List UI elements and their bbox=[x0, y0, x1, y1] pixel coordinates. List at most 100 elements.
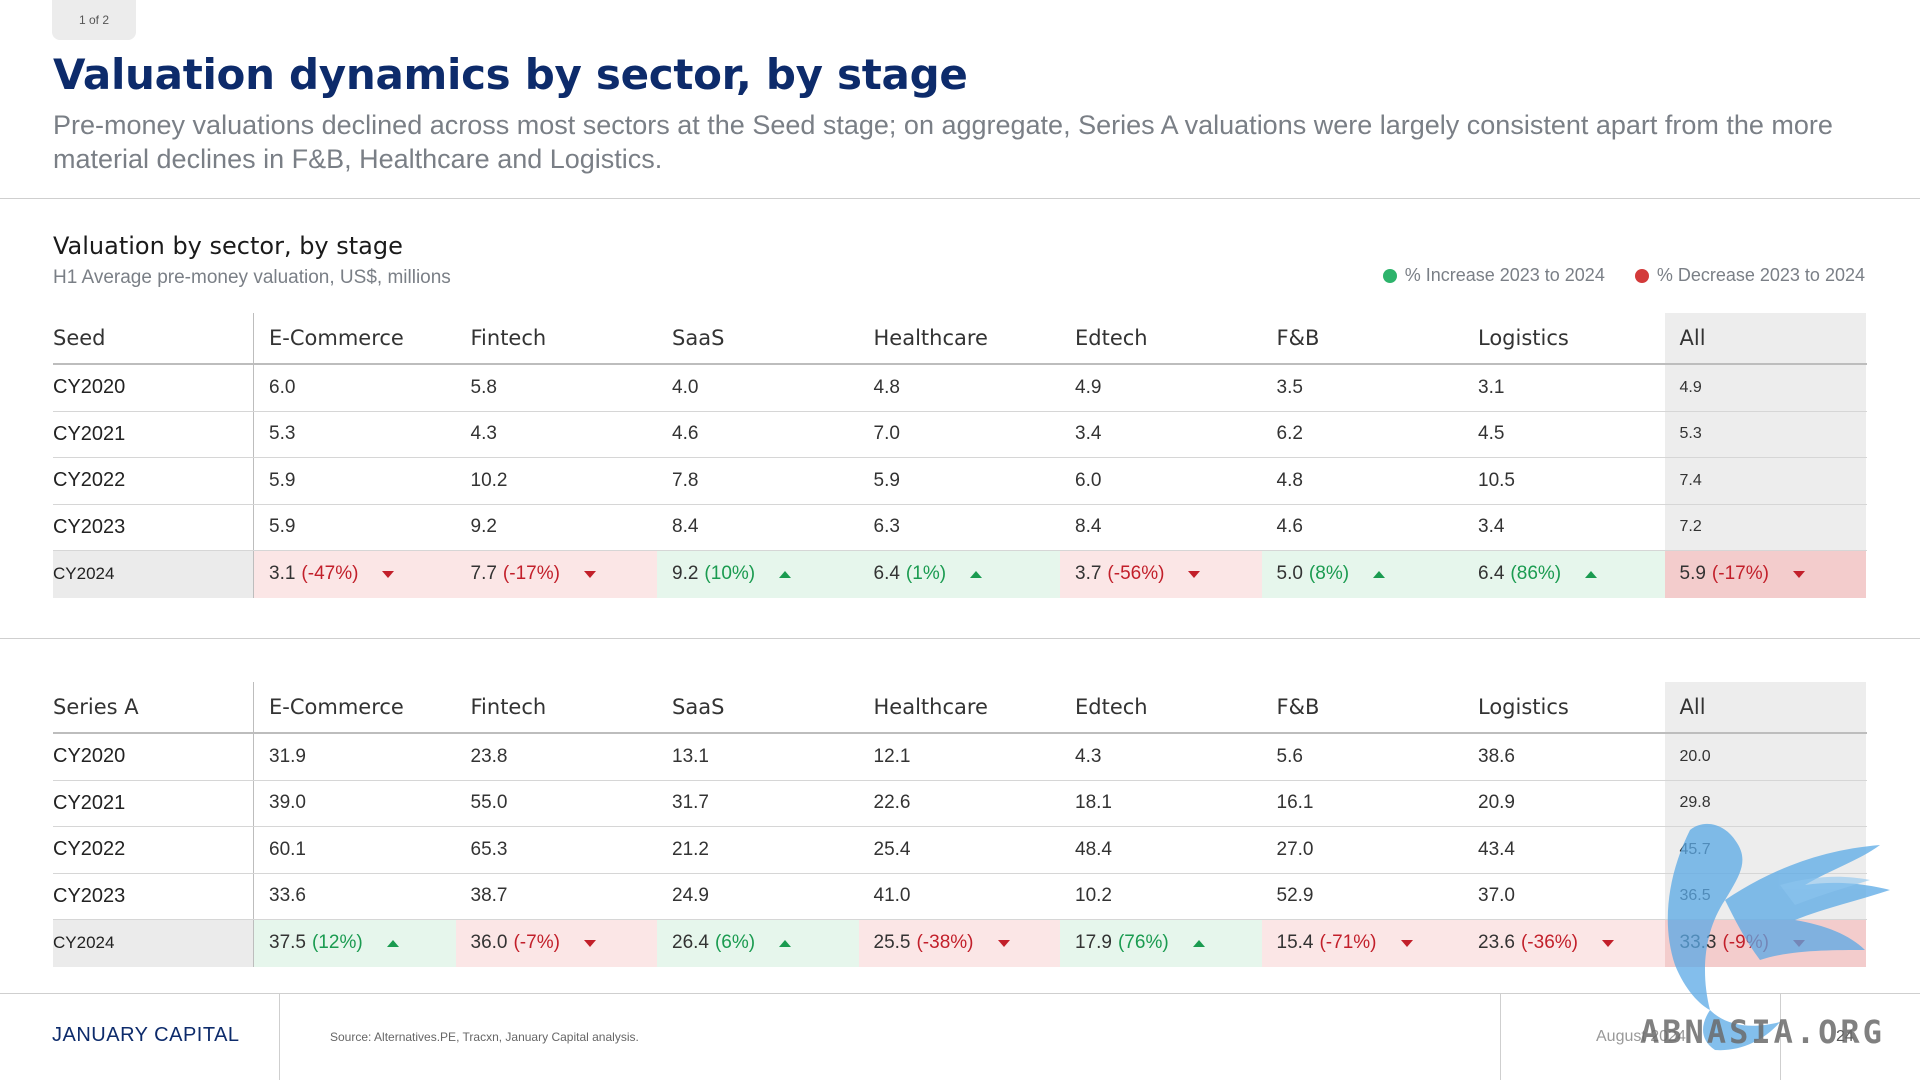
green-dot-icon bbox=[1382, 268, 1397, 283]
brand-logo: JANUARY CAPITAL bbox=[52, 1024, 240, 1046]
change-percent: (8%) bbox=[1308, 563, 1350, 585]
table-cell: 31.7 bbox=[672, 792, 709, 814]
arrow-up-icon bbox=[1585, 570, 1598, 578]
row-year: CY2023 bbox=[53, 504, 254, 550]
table-row: CY2020 6.0 5.8 4.0 4.8 4.9 3.5 3.1 4.9 bbox=[53, 365, 1867, 412]
table-cell: 23.8 bbox=[470, 745, 508, 767]
cell-value: 6.4 bbox=[1478, 563, 1505, 585]
change-percent: (86%) bbox=[1510, 563, 1562, 585]
change-cell: 6.4 (1%) bbox=[858, 551, 1060, 598]
table-cell: 12.1 bbox=[873, 745, 911, 767]
table-cell: 5.9 bbox=[269, 516, 296, 538]
legend-decrease: % Decrease 2023 to 2024 bbox=[1634, 265, 1865, 286]
column-header: Healthcare bbox=[873, 695, 988, 719]
table-row: CY2022 60.1 65.3 21.2 25.4 48.4 27.0 43.4 45.7 bbox=[53, 827, 1867, 874]
row-year: CY2020 bbox=[53, 365, 254, 411]
change-percent: (1%) bbox=[905, 563, 947, 585]
cell-value: 5.9 bbox=[1679, 563, 1706, 585]
change-cell: 33.3 (-9%) bbox=[1664, 920, 1866, 967]
arrow-up-icon bbox=[779, 570, 792, 578]
section-subtitle: H1 Average pre-money valuation, US$, mil… bbox=[53, 267, 451, 288]
row-year: CY2021 bbox=[53, 780, 254, 826]
table-cell: 36.5 bbox=[1664, 873, 1866, 919]
column-header: All bbox=[1664, 682, 1866, 732]
table-row-cy2024: CY2024 3.1 (-47%) 7.7 (-17%) 9.2 (10%) 6.4 (1%) 3… bbox=[53, 551, 1867, 598]
table-cell: 31.9 bbox=[269, 745, 306, 767]
footer-divider bbox=[0, 993, 1920, 994]
footer-separator bbox=[279, 993, 280, 1080]
table-cell: 8.4 bbox=[672, 516, 699, 538]
table-cell: 5.9 bbox=[873, 469, 900, 491]
table-cell: 7.4 bbox=[1664, 458, 1866, 504]
arrow-down-icon bbox=[997, 939, 1010, 947]
table-cell: 22.6 bbox=[873, 792, 911, 814]
cell-value: 36.0 bbox=[470, 932, 508, 954]
change-percent: (6%) bbox=[714, 932, 756, 954]
table-cell: 13.1 bbox=[672, 745, 709, 767]
table-cell: 20.0 bbox=[1664, 734, 1866, 780]
cell-value: 23.6 bbox=[1478, 932, 1515, 954]
table-cell: 7.8 bbox=[672, 469, 699, 491]
table-cell: 29.8 bbox=[1664, 780, 1866, 826]
table-cell: 8.4 bbox=[1075, 516, 1102, 538]
table-cell: 55.0 bbox=[470, 792, 508, 814]
arrow-up-icon bbox=[386, 939, 399, 947]
table-cell: 9.2 bbox=[470, 516, 497, 538]
cell-value: 33.3 bbox=[1679, 932, 1717, 954]
table-cell: 39.0 bbox=[269, 792, 306, 814]
table-cell: 48.4 bbox=[1075, 838, 1112, 860]
table-cell: 6.3 bbox=[873, 516, 900, 538]
table-cell: 3.5 bbox=[1276, 376, 1303, 398]
legend-decrease-label: % Decrease 2023 to 2024 bbox=[1656, 265, 1865, 285]
change-percent: (12%) bbox=[311, 932, 363, 954]
arrow-down-icon bbox=[583, 570, 596, 578]
column-header: Logistics bbox=[1478, 695, 1569, 719]
table-cell: 5.8 bbox=[470, 376, 497, 398]
table-header-row: Seed E-Commerce Fintech SaaS Healthcare Edtec… bbox=[53, 313, 1867, 365]
table-cell: 3.4 bbox=[1075, 423, 1102, 445]
column-header: Fintech bbox=[470, 695, 547, 719]
change-percent: (-38%) bbox=[916, 932, 974, 954]
change-cell: 26.4 (6%) bbox=[657, 920, 859, 967]
column-header: All bbox=[1664, 313, 1866, 363]
row-year: CY2024 bbox=[53, 551, 254, 598]
table-cell: 4.0 bbox=[672, 376, 699, 398]
table-cell: 18.1 bbox=[1075, 792, 1112, 814]
legend: % Increase 2023 to 2024 % Decrease 2023 … bbox=[1382, 265, 1865, 286]
stage-label: Seed bbox=[53, 313, 254, 363]
table-cell: 27.0 bbox=[1276, 838, 1314, 860]
arrow-down-icon bbox=[1188, 570, 1201, 578]
arrow-down-icon bbox=[1602, 939, 1614, 947]
table-cell: 6.2 bbox=[1276, 423, 1303, 445]
table-cell: 7.2 bbox=[1664, 504, 1866, 550]
column-header: SaaS bbox=[672, 695, 725, 719]
table-cell: 6.0 bbox=[1075, 469, 1102, 491]
arrow-up-icon bbox=[1192, 939, 1205, 947]
page-indicator: 1 of 2 bbox=[52, 0, 136, 40]
table-row: CY2023 5.9 9.2 8.4 6.3 8.4 4.6 3.4 7.2 bbox=[53, 504, 1867, 551]
row-year: CY2022 bbox=[53, 827, 254, 873]
cell-value: 15.4 bbox=[1276, 932, 1314, 954]
arrow-down-icon bbox=[1792, 939, 1805, 947]
header-divider bbox=[0, 198, 1920, 199]
table-cell: 4.3 bbox=[470, 423, 497, 445]
change-percent: (-36%) bbox=[1520, 932, 1578, 954]
cell-value: 9.2 bbox=[672, 563, 699, 585]
table-cell: 5.9 bbox=[269, 469, 296, 491]
table-cell: 43.4 bbox=[1478, 838, 1515, 860]
change-cell: 37.5 (12%) bbox=[254, 920, 456, 967]
column-header: Logistics bbox=[1478, 326, 1569, 350]
table-row: CY2021 39.0 55.0 31.7 22.6 18.1 16.1 20.9 29.8 bbox=[53, 780, 1867, 827]
cell-value: 26.4 bbox=[672, 932, 709, 954]
change-percent: (76%) bbox=[1117, 932, 1169, 954]
change-cell: 3.7 (-56%) bbox=[1060, 551, 1262, 598]
change-cell: 3.1 (-47%) bbox=[254, 551, 456, 598]
section-title: Valuation by sector, by stage bbox=[53, 232, 403, 260]
seed-valuation-table: Seed E-Commerce Fintech SaaS Healthcare Edtec… bbox=[53, 313, 1867, 598]
stage-label: Series A bbox=[53, 682, 254, 732]
footer-separator bbox=[1500, 993, 1501, 1080]
table-cell: 10.2 bbox=[470, 469, 508, 491]
table-cell: 5.3 bbox=[269, 423, 296, 445]
table-cell: 45.7 bbox=[1664, 827, 1866, 873]
arrow-up-icon bbox=[970, 570, 983, 578]
